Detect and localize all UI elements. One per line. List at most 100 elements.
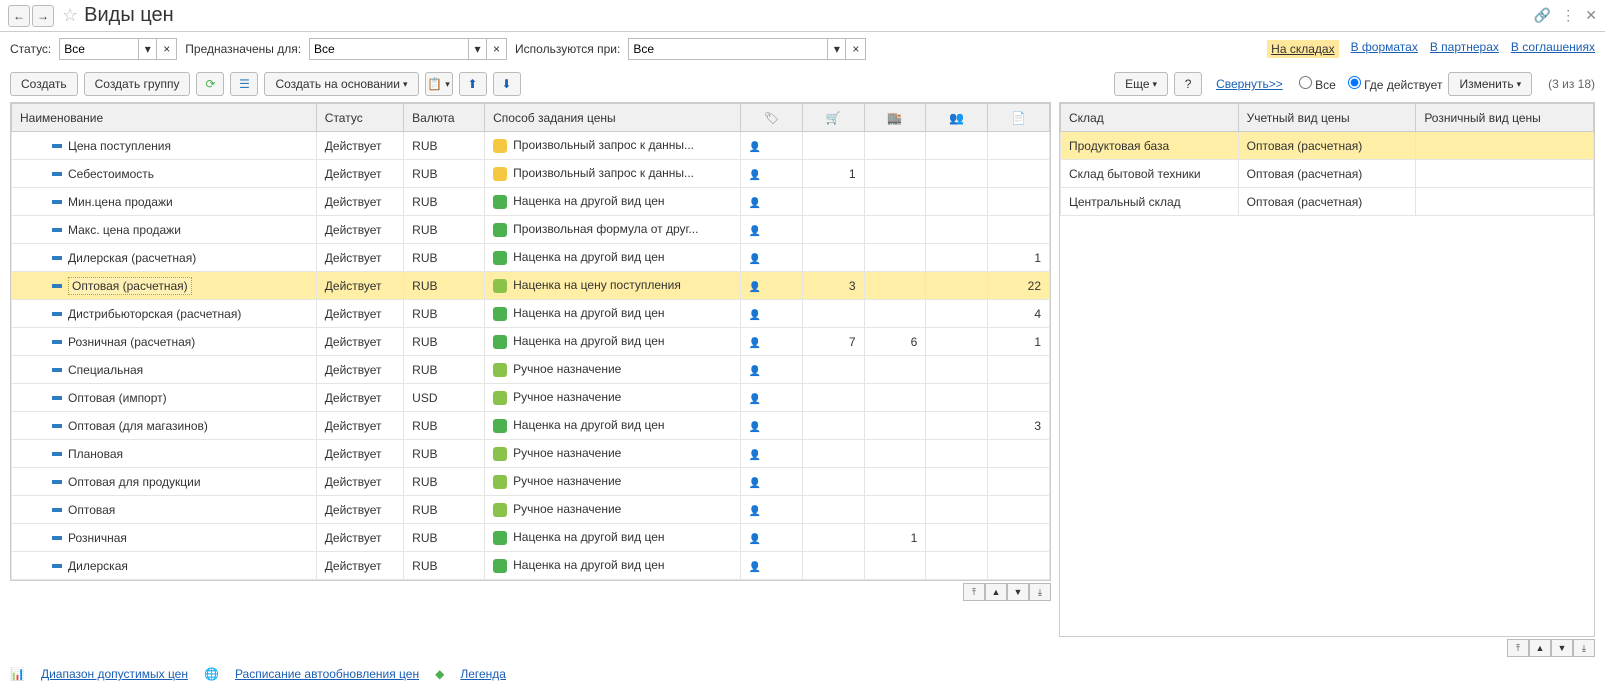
cell-warehouse: Центральный склад — [1061, 188, 1239, 216]
main-table[interactable]: Наименование Статус Валюта Способ задани… — [11, 103, 1050, 580]
cell-c5 — [988, 524, 1050, 552]
change-button[interactable]: Изменить — [1448, 72, 1532, 96]
table-row[interactable]: Центральный складОптовая (расчетная) — [1061, 188, 1594, 216]
col-currency[interactable]: Валюта — [404, 104, 485, 132]
col-warehouse[interactable]: Склад — [1061, 104, 1239, 132]
cell-c4 — [926, 216, 988, 244]
link-in-formats[interactable]: В форматах — [1351, 40, 1418, 58]
refresh-icon[interactable]: ⟳ — [196, 72, 224, 96]
help-button[interactable]: ? — [1174, 72, 1202, 96]
link-in-partners[interactable]: В партнерах — [1430, 40, 1499, 58]
create-based-button[interactable]: Создать на основании — [264, 72, 418, 96]
usage-dropdown[interactable]: ▾ — [828, 38, 846, 60]
range-link[interactable]: Диапазон допустимых цен — [41, 667, 188, 681]
table-row[interactable]: Розничная (расчетная)ДействуетRUBНаценка… — [12, 328, 1050, 356]
nav-top[interactable]: ⤒ — [963, 583, 985, 601]
table-row[interactable]: Оптовая (импорт)ДействуетUSDРучное назна… — [12, 384, 1050, 412]
table-row[interactable]: ОптоваяДействуетRUBРучное назначение👤 — [12, 496, 1050, 524]
collapse-link[interactable]: Свернуть>> — [1216, 77, 1283, 91]
table-row[interactable]: Макс. цена продажиДействуетRUBПроизвольн… — [12, 216, 1050, 244]
cell-method: Наценка на другой вид цен — [485, 412, 741, 440]
col-doc-icon[interactable]: 📄 — [988, 104, 1050, 132]
table-row[interactable]: Продуктовая базаОптовая (расчетная) — [1061, 132, 1594, 160]
col-cart-icon[interactable]: 🛒 — [802, 104, 864, 132]
nav-top-r[interactable]: ⤒ — [1507, 639, 1529, 657]
col-status[interactable]: Статус — [316, 104, 403, 132]
link-in-warehouses[interactable]: На складах — [1267, 40, 1338, 58]
purpose-dropdown[interactable]: ▾ — [469, 38, 487, 60]
cell-c2: 7 — [802, 328, 864, 356]
cell-method: Произвольная формула от друг... — [485, 216, 741, 244]
col-account-type[interactable]: Учетный вид цены — [1238, 104, 1416, 132]
list-icon[interactable]: ☰ — [230, 72, 258, 96]
page-title: Виды цен — [84, 4, 174, 27]
table-row[interactable]: Склад бытовой техникиОптовая (расчетная) — [1061, 160, 1594, 188]
col-method[interactable]: Способ задания цены — [485, 104, 741, 132]
warehouse-table[interactable]: Склад Учетный вид цены Розничный вид цен… — [1060, 103, 1594, 216]
more-button[interactable]: Еще — [1114, 72, 1168, 96]
nav-bottom-r[interactable]: ⤓ — [1573, 639, 1595, 657]
cell-status: Действует — [316, 188, 403, 216]
table-row[interactable]: ПлановаяДействуетRUBРучное назначение👤 — [12, 440, 1050, 468]
purpose-input[interactable] — [309, 38, 469, 60]
cell-c4 — [926, 188, 988, 216]
status-clear[interactable]: × — [157, 38, 177, 60]
cell-method: Произвольный запрос к данны... — [485, 160, 741, 188]
table-row[interactable]: РозничнаяДействуетRUBНаценка на другой в… — [12, 524, 1050, 552]
col-people-icon[interactable]: 👥 — [926, 104, 988, 132]
table-row[interactable]: Оптовая для продукцииДействуетRUBРучное … — [12, 468, 1050, 496]
close-icon[interactable]: ✕ — [1585, 7, 1597, 24]
create-group-button[interactable]: Создать группу — [84, 72, 191, 96]
cell-c4 — [926, 524, 988, 552]
up-icon[interactable]: ⬆ — [459, 72, 487, 96]
favorite-icon[interactable]: ☆ — [62, 5, 78, 26]
table-row[interactable]: Оптовая (расчетная)ДействуетRUBНаценка н… — [12, 272, 1050, 300]
radio-active[interactable]: Где действует — [1348, 76, 1443, 92]
table-row[interactable]: Мин.цена продажиДействуетRUBНаценка на д… — [12, 188, 1050, 216]
cell-c4 — [926, 412, 988, 440]
link-icon[interactable]: 🔗 — [1534, 7, 1551, 24]
usage-input[interactable] — [628, 38, 828, 60]
col-store-icon[interactable]: 🏬 — [864, 104, 926, 132]
cell-c3 — [864, 272, 926, 300]
nav-down-r[interactable]: ▼ — [1551, 639, 1573, 657]
copy-icon[interactable]: 📋 — [425, 72, 453, 96]
table-row[interactable]: Оптовая (для магазинов)ДействуетRUBНацен… — [12, 412, 1050, 440]
link-in-agreements[interactable]: В соглашениях — [1511, 40, 1595, 58]
col-retail-type[interactable]: Розничный вид цены — [1416, 104, 1594, 132]
schedule-link[interactable]: Расписание автообновления цен — [235, 667, 419, 681]
usage-clear[interactable]: × — [846, 38, 866, 60]
back-button[interactable]: ← — [8, 5, 30, 27]
cell-retail — [1416, 188, 1594, 216]
nav-up[interactable]: ▲ — [985, 583, 1007, 601]
nav-bottom[interactable]: ⤓ — [1029, 583, 1051, 601]
cell-currency: RUB — [404, 132, 485, 160]
cell-name: Розничная — [12, 524, 317, 552]
cell-account: Оптовая (расчетная) — [1238, 160, 1416, 188]
col-name[interactable]: Наименование — [12, 104, 317, 132]
table-row[interactable]: Цена поступленияДействуетRUBПроизвольный… — [12, 132, 1050, 160]
status-input[interactable] — [59, 38, 139, 60]
cell-c3 — [864, 384, 926, 412]
cell-status: Действует — [316, 300, 403, 328]
table-row[interactable]: Дистрибьюторская (расчетная)ДействуетRUB… — [12, 300, 1050, 328]
col-tag-icon[interactable]: 🏷 — [740, 104, 802, 132]
nav-up-r[interactable]: ▲ — [1529, 639, 1551, 657]
cell-c5 — [988, 132, 1050, 160]
cell-c2 — [802, 132, 864, 160]
radio-all[interactable]: Все — [1299, 76, 1336, 92]
table-row[interactable]: ДилерскаяДействуетRUBНаценка на другой в… — [12, 552, 1050, 580]
purpose-clear[interactable]: × — [487, 38, 507, 60]
create-button[interactable]: Создать — [10, 72, 78, 96]
cell-name: Себестоимость — [12, 160, 317, 188]
more-menu-icon[interactable]: ⋮ — [1561, 7, 1575, 24]
table-row[interactable]: СебестоимостьДействуетRUBПроизвольный за… — [12, 160, 1050, 188]
down-icon[interactable]: ⬇ — [493, 72, 521, 96]
forward-button[interactable]: → — [32, 5, 54, 27]
nav-down[interactable]: ▼ — [1007, 583, 1029, 601]
table-row[interactable]: Дилерская (расчетная)ДействуетRUBНаценка… — [12, 244, 1050, 272]
legend-link[interactable]: Легенда — [460, 667, 506, 681]
table-row[interactable]: СпециальнаяДействуетRUBРучное назначение… — [12, 356, 1050, 384]
cell-account: Оптовая (расчетная) — [1238, 132, 1416, 160]
status-dropdown[interactable]: ▾ — [139, 38, 157, 60]
